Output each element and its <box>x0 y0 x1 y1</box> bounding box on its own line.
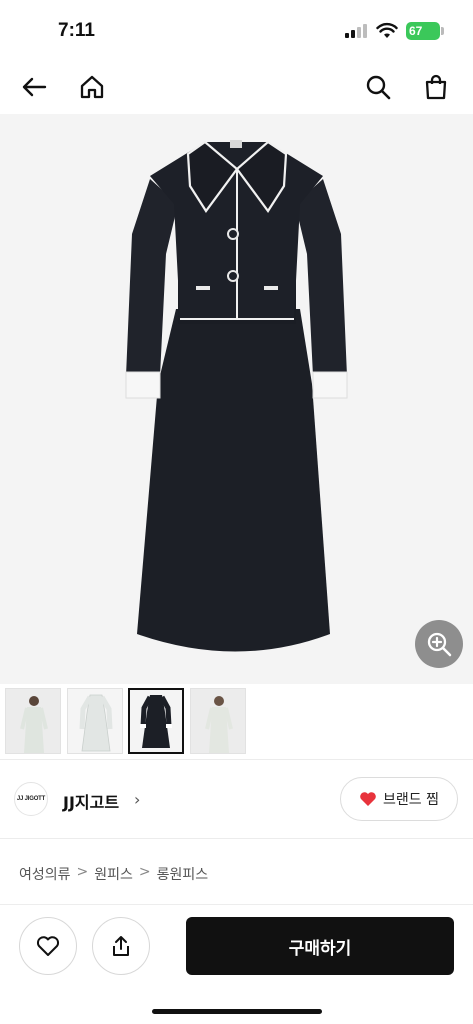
wifi-icon <box>376 22 398 38</box>
brand-logo[interactable]: JJ JIGOTT <box>14 782 48 816</box>
home-indicator <box>152 1009 322 1014</box>
thumbnail-1[interactable] <box>5 688 61 754</box>
product-main-image[interactable] <box>0 114 473 684</box>
model-light-dress-thumbnail <box>6 689 60 753</box>
brand-favorite-label: 브랜드 찜 <box>383 792 439 808</box>
divider <box>0 838 473 839</box>
thumbnail-3-selected[interactable] <box>128 688 184 754</box>
heart-filled-icon <box>360 792 376 806</box>
cart-button[interactable] <box>419 70 453 104</box>
black-dress-thumbnail <box>130 690 182 752</box>
breadcrumb-separator: > <box>138 864 151 880</box>
chevron-right-icon: › <box>134 790 141 809</box>
search-icon <box>366 75 391 100</box>
back-button[interactable] <box>17 70 51 104</box>
buy-button[interactable]: 구매하기 <box>186 917 454 975</box>
light-dress-thumbnail <box>68 689 122 753</box>
breadcrumb-item[interactable]: 여성의류 <box>19 864 71 884</box>
bottom-action-bar: 구매하기 <box>0 904 473 1024</box>
heart-outline-icon <box>36 936 60 956</box>
brand-name-link[interactable]: JJ지고트 <box>63 789 119 813</box>
status-time: 7:11 <box>58 20 95 41</box>
shopping-bag-icon <box>425 74 447 100</box>
product-page: 7:11 67 JJ JIGOTT JJ지고트 › 브랜드 찜 여성의류 > 원… <box>0 0 473 1024</box>
battery-indicator: 67 <box>406 22 440 40</box>
cellular-signal-icon <box>345 24 371 38</box>
breadcrumb-item[interactable]: 롱원피스 <box>157 864 209 884</box>
thumbnail-strip <box>0 686 473 758</box>
zoom-in-icon <box>427 632 452 657</box>
breadcrumb-separator: > <box>76 864 89 880</box>
thumbnail-4[interactable] <box>190 688 246 754</box>
dress-image <box>125 140 348 652</box>
back-arrow-icon <box>22 77 47 97</box>
home-button[interactable] <box>75 70 109 104</box>
brand-row: JJ JIGOTT JJ지고트 › 브랜드 찜 <box>0 760 473 838</box>
search-button[interactable] <box>361 70 395 104</box>
zoom-button[interactable] <box>415 620 463 668</box>
top-nav <box>0 60 473 114</box>
battery-level: 67 <box>409 24 423 38</box>
share-button[interactable] <box>92 917 150 975</box>
model-light-dress-thumbnail-2 <box>191 689 245 753</box>
wishlist-button[interactable] <box>19 917 77 975</box>
share-icon <box>113 936 129 956</box>
breadcrumb-item[interactable]: 원피스 <box>94 864 133 884</box>
home-icon <box>80 75 104 99</box>
status-bar: 7:11 67 <box>0 0 473 60</box>
thumbnail-2[interactable] <box>67 688 123 754</box>
brand-favorite-button[interactable]: 브랜드 찜 <box>340 777 458 821</box>
breadcrumb: 여성의류 > 원피스 > 롱원피스 <box>19 864 208 884</box>
battery-tip <box>441 27 444 35</box>
